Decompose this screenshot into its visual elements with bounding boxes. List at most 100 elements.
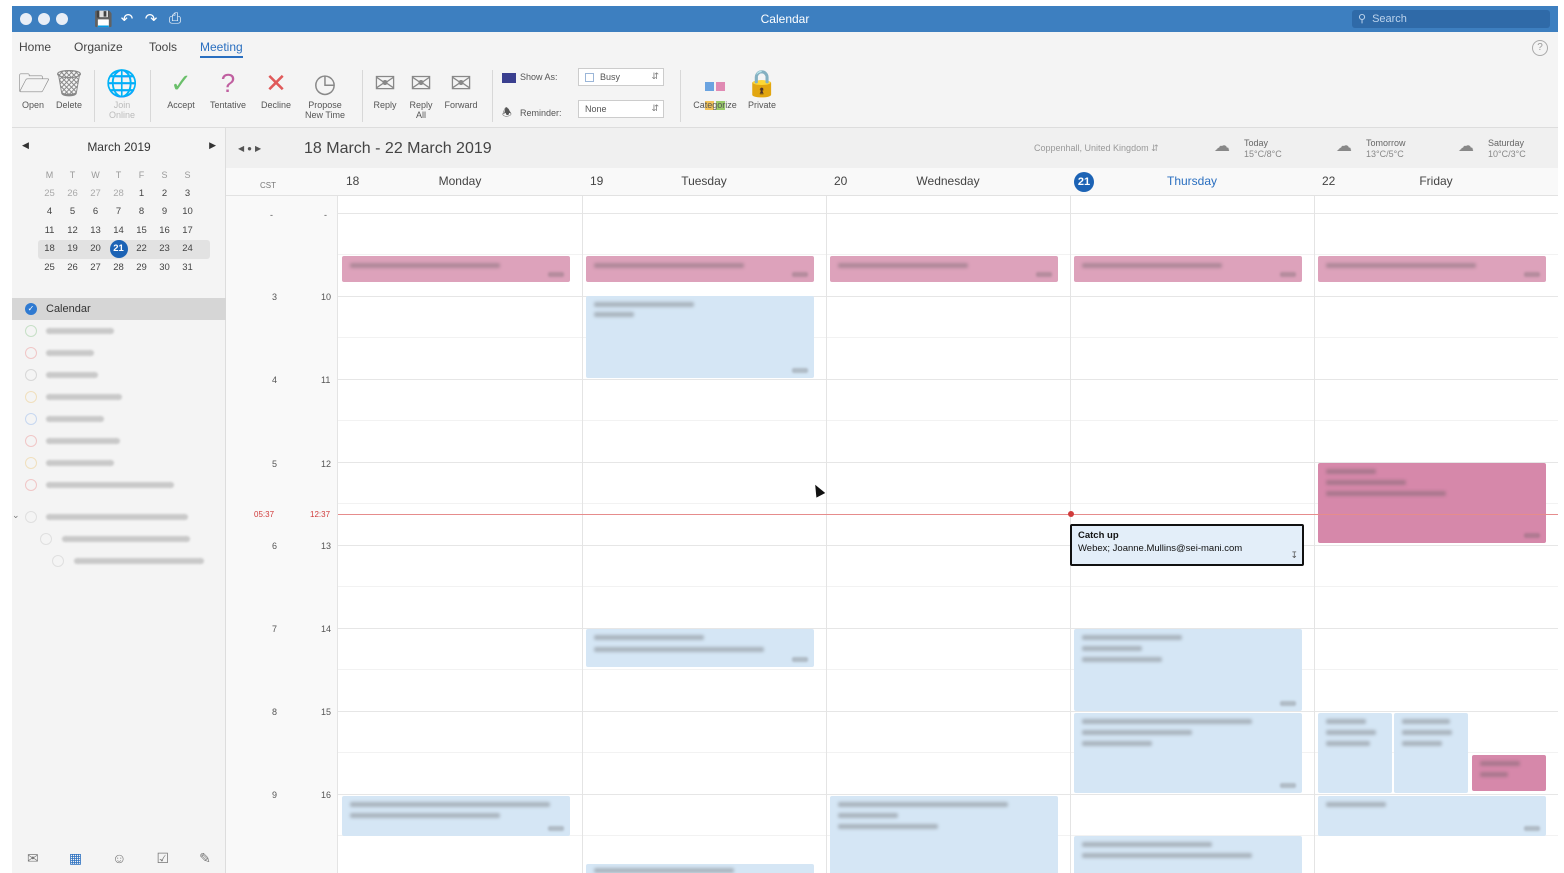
mini-day[interactable]: 17 bbox=[176, 222, 199, 241]
calendar-event[interactable] bbox=[1472, 755, 1546, 791]
mini-day[interactable]: 28 bbox=[107, 185, 130, 204]
reply-all-button[interactable]: ✉ Reply All bbox=[404, 66, 438, 120]
checkbox-icon[interactable] bbox=[25, 479, 37, 491]
calendar-item-blurred[interactable] bbox=[12, 364, 226, 386]
calendar-event[interactable] bbox=[342, 256, 570, 282]
calendar-subgroup-blurred[interactable] bbox=[12, 528, 226, 550]
checkbox-icon[interactable] bbox=[25, 325, 37, 337]
help-icon[interactable]: ? bbox=[1532, 40, 1548, 56]
calendar-event[interactable] bbox=[1318, 463, 1546, 543]
mail-icon[interactable]: ✉ bbox=[27, 850, 39, 867]
week-grid[interactable]: - - 3 10 4 11 5 12 05:37 12:37 6 13 7 14… bbox=[226, 196, 1558, 873]
checkbox-checked-icon[interactable]: ✓ bbox=[25, 303, 37, 315]
mini-day[interactable]: 26 bbox=[61, 259, 84, 278]
mini-day[interactable]: 29 bbox=[130, 259, 153, 278]
forward-button[interactable]: ✉ Forward bbox=[442, 66, 480, 110]
mini-day[interactable]: 13 bbox=[84, 222, 107, 241]
checkbox-icon[interactable] bbox=[40, 533, 52, 545]
calendar-subitem-blurred[interactable] bbox=[12, 550, 226, 572]
calendar-event[interactable] bbox=[1074, 256, 1302, 282]
mini-day[interactable]: 26 bbox=[61, 185, 84, 204]
mini-day[interactable]: 1 bbox=[130, 185, 153, 204]
mini-day[interactable]: 25 bbox=[38, 259, 61, 278]
checkbox-icon[interactable] bbox=[25, 347, 37, 359]
mini-day[interactable]: 6 bbox=[84, 203, 107, 222]
reminder-select[interactable]: None ⇵ bbox=[578, 100, 664, 118]
previous-month-icon[interactable]: ◀ bbox=[22, 140, 29, 151]
mini-day[interactable]: 10 bbox=[176, 203, 199, 222]
calendar-event[interactable] bbox=[586, 864, 814, 873]
propose-new-time-button[interactable]: ◷ Propose New Time bbox=[300, 66, 350, 120]
mini-day[interactable]: 11 bbox=[38, 222, 61, 241]
mini-day[interactable]: 19 bbox=[61, 240, 84, 259]
mini-day[interactable]: 12 bbox=[61, 222, 84, 241]
calendar-item-blurred[interactable] bbox=[12, 320, 226, 342]
day-header-thursday[interactable]: 21 Thursday bbox=[1070, 172, 1314, 194]
calendar-item-blurred[interactable] bbox=[12, 474, 226, 496]
calendar-event[interactable] bbox=[1318, 796, 1546, 836]
checkbox-icon[interactable] bbox=[25, 435, 37, 447]
mini-day[interactable]: 27 bbox=[84, 259, 107, 278]
calendar-event[interactable] bbox=[1074, 629, 1302, 711]
search-input[interactable]: ⚲ Search bbox=[1352, 10, 1550, 28]
calendar-item-blurred[interactable] bbox=[12, 430, 226, 452]
day-header-monday[interactable]: 18 Monday bbox=[338, 174, 582, 194]
calendar-event[interactable] bbox=[586, 629, 814, 667]
tab-tools[interactable]: Tools bbox=[149, 40, 177, 54]
show-as-select[interactable]: Busy ⇵ bbox=[578, 68, 664, 86]
previous-week-icon[interactable]: ◀ bbox=[238, 144, 247, 153]
calendar-event[interactable] bbox=[830, 796, 1058, 873]
checkbox-icon[interactable] bbox=[25, 457, 37, 469]
mini-day[interactable]: 30 bbox=[153, 259, 176, 278]
mini-day[interactable]: 9 bbox=[153, 203, 176, 222]
checkbox-icon[interactable] bbox=[25, 369, 37, 381]
calendar-event[interactable] bbox=[1074, 713, 1302, 793]
calendar-event[interactable] bbox=[1074, 836, 1302, 873]
calendar-event[interactable] bbox=[1318, 713, 1392, 793]
day-header-tuesday[interactable]: 19 Tuesday bbox=[582, 174, 826, 194]
mini-day[interactable]: 24 bbox=[176, 240, 199, 259]
calendar-icon[interactable]: ▦ bbox=[69, 850, 82, 867]
checkbox-icon[interactable] bbox=[25, 413, 37, 425]
mini-day[interactable]: 23 bbox=[153, 240, 176, 259]
tasks-icon[interactable]: ☑ bbox=[157, 850, 170, 867]
mini-day[interactable]: 5 bbox=[61, 203, 84, 222]
mini-day[interactable]: 3 bbox=[176, 185, 199, 204]
calendar-item-blurred[interactable] bbox=[12, 452, 226, 474]
people-icon[interactable]: ☺ bbox=[112, 850, 126, 866]
mini-day[interactable]: 16 bbox=[153, 222, 176, 241]
mini-day[interactable]: 22 bbox=[130, 240, 153, 259]
mini-day[interactable]: 7 bbox=[107, 203, 130, 222]
tentative-button[interactable]: ? Tentative bbox=[206, 66, 250, 110]
mini-day[interactable]: 27 bbox=[84, 185, 107, 204]
next-month-icon[interactable]: ▶ bbox=[209, 140, 216, 151]
tab-home[interactable]: Home bbox=[19, 40, 51, 54]
selected-event-catch-up[interactable]: Catch up Webex; Joanne.Mullins@sei-mani.… bbox=[1070, 524, 1304, 566]
reply-button[interactable]: ✉ Reply bbox=[370, 66, 400, 110]
next-week-icon[interactable]: ▶ bbox=[255, 144, 264, 153]
mini-day[interactable]: 20 bbox=[84, 240, 107, 259]
mini-day[interactable]: 4 bbox=[38, 203, 61, 222]
calendar-event[interactable] bbox=[586, 296, 814, 378]
join-online-button[interactable]: 🌐 Join Online bbox=[104, 66, 140, 120]
chevron-down-icon[interactable]: ⌄ bbox=[12, 510, 20, 521]
weather-location[interactable]: Coppenhall, United Kingdom ⇵ bbox=[1034, 143, 1159, 154]
checkbox-icon[interactable] bbox=[25, 511, 37, 523]
checkbox-icon[interactable] bbox=[52, 555, 64, 567]
day-header-friday[interactable]: 22 Friday bbox=[1314, 174, 1558, 194]
open-button[interactable]: 🗁 Open bbox=[18, 66, 50, 110]
calendar-item-blurred[interactable] bbox=[12, 408, 226, 430]
mini-day[interactable]: 18 bbox=[38, 240, 61, 259]
categorize-button[interactable]: Categorize bbox=[688, 66, 742, 110]
calendar-event[interactable] bbox=[1318, 256, 1546, 282]
calendar-group-blurred[interactable]: ⌄ bbox=[12, 506, 226, 528]
mini-day[interactable]: 15 bbox=[130, 222, 153, 241]
mini-day[interactable]: 25 bbox=[38, 185, 61, 204]
calendar-item-blurred[interactable] bbox=[12, 386, 226, 408]
tab-meeting[interactable]: Meeting bbox=[200, 40, 243, 58]
day-header-wednesday[interactable]: 20 Wednesday bbox=[826, 174, 1070, 194]
delete-button[interactable]: 🗑 Delete bbox=[52, 66, 86, 110]
mini-day[interactable]: 8 bbox=[130, 203, 153, 222]
calendar-event[interactable] bbox=[1394, 713, 1468, 793]
calendar-item-calendar[interactable]: ✓ Calendar bbox=[12, 298, 226, 320]
